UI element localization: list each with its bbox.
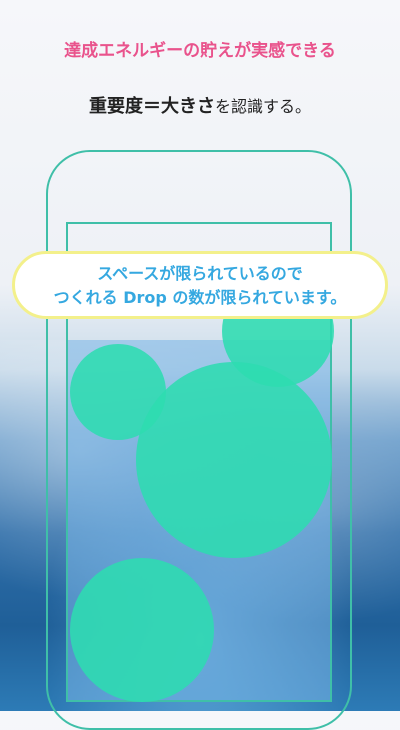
subline: 重要度＝大きさを認識する。 — [0, 92, 400, 118]
headline: 達成エネルギーの貯えが実感できる — [64, 41, 336, 61]
info-callout: スペースが限られているので つくれる Drop の数が限られています。 — [12, 251, 388, 319]
callout-line-1: スペースが限られているので — [97, 264, 303, 283]
drop-circle — [70, 558, 214, 702]
subline-emphasis: 重要度＝大きさ — [88, 96, 215, 117]
callout-line-2: つくれる Drop の数が限られています。 — [53, 288, 347, 307]
drop-circle — [136, 362, 332, 558]
subline-rest: を認識する。 — [214, 97, 311, 116]
